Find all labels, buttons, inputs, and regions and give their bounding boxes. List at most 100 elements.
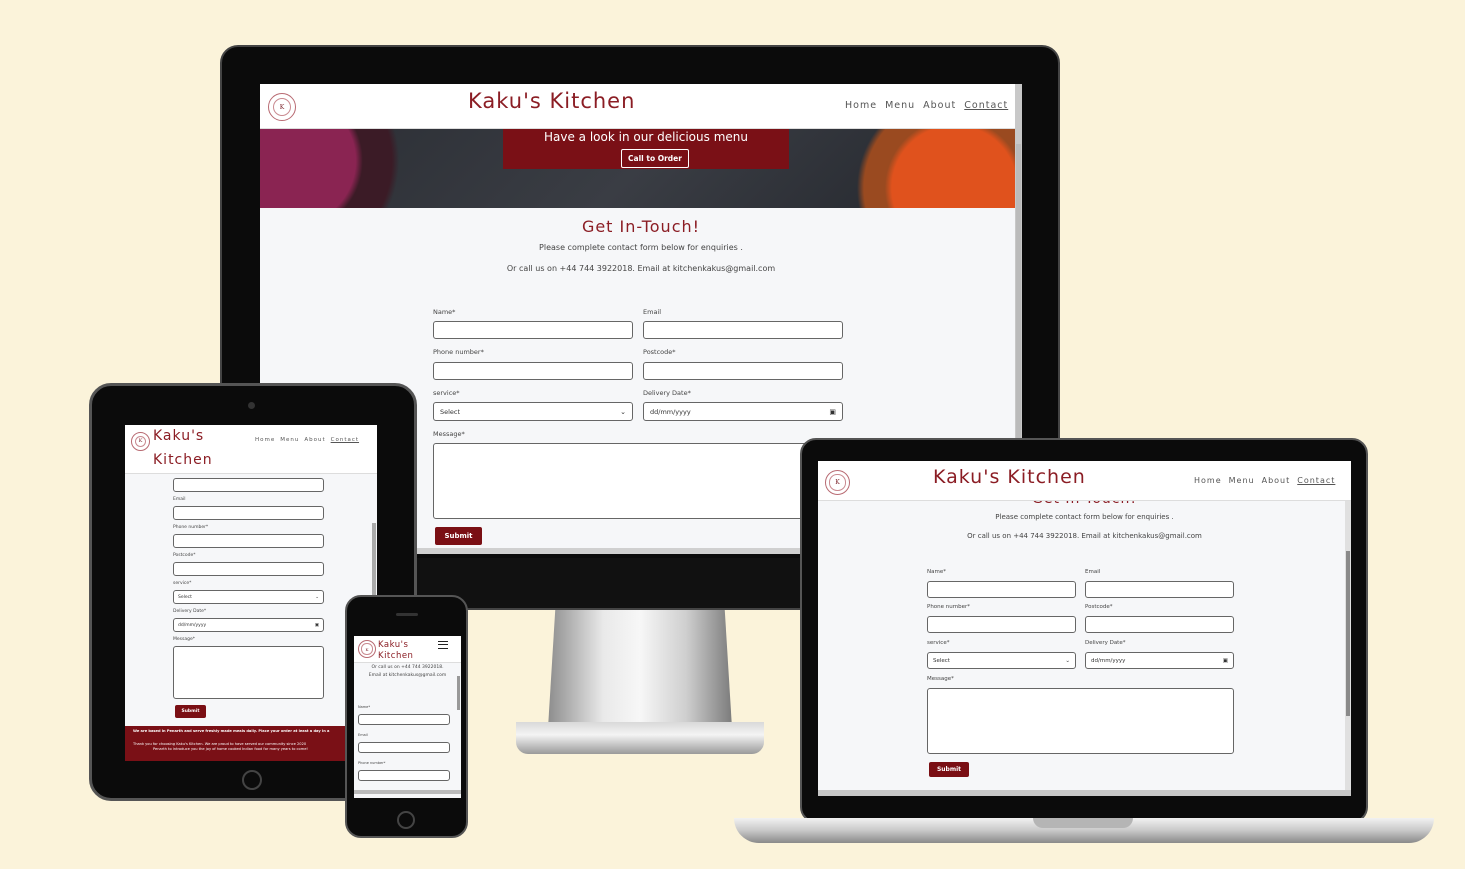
label-postcode: Postcode*	[643, 348, 676, 356]
laptop-nav: Home Menu About Contact	[1194, 476, 1335, 485]
laptop-site-header: K Kaku's Kitchen Home Menu About Contact	[818, 461, 1351, 501]
laptop-label-phone: Phone number*	[927, 604, 971, 610]
laptop-nav-menu[interactable]: Menu	[1229, 476, 1255, 485]
nav-home[interactable]: Home	[845, 100, 877, 111]
phone-site-header: K Kaku's Kitchen	[354, 636, 461, 663]
tablet-label-message: Message*	[173, 637, 195, 642]
tablet-delivery-date[interactable]: dd/mm/yyyy ▣	[173, 618, 324, 632]
laptop-label-name: Name*	[927, 569, 946, 575]
laptop-nav-home[interactable]: Home	[1194, 476, 1222, 485]
phone-field[interactable]	[433, 362, 633, 380]
tablet-nav-about[interactable]: About	[304, 437, 325, 443]
laptop-scroll-thumb[interactable]	[1346, 551, 1350, 716]
postcode-field[interactable]	[643, 362, 843, 380]
hero-banner: Have a look in our delicious menu Call t…	[260, 129, 1015, 208]
laptop-contact-intro: Please complete contact form below for e…	[995, 513, 1174, 521]
phone-hscrollbar[interactable]	[354, 790, 461, 794]
chevron-down-icon: ⌄	[315, 594, 319, 600]
phone-call-line-a: Or call us on +44 744 3922018.	[371, 665, 444, 670]
service-select[interactable]: Select ⌄	[433, 402, 633, 421]
phone-speaker	[396, 613, 418, 616]
mockup-canvas: { "site": { "brand": "Kaku's Kitchen", "…	[0, 0, 1465, 869]
laptop-brand-title[interactable]: Kaku's Kitchen	[933, 466, 1086, 488]
phone-scroll-thumb[interactable]	[457, 676, 460, 710]
laptop-screen: K Kaku's Kitchen Home Menu About Contact…	[818, 461, 1351, 796]
laptop-nav-about[interactable]: About	[1262, 476, 1291, 485]
phone-phone-field[interactable]	[358, 770, 450, 781]
tablet-nav-home[interactable]: Home	[255, 437, 275, 443]
tablet-email-field[interactable]	[173, 506, 324, 520]
delivery-date-input[interactable]: dd/mm/yyyy ▣	[643, 402, 843, 421]
tablet-submit-button[interactable]: Submit	[175, 705, 206, 718]
laptop-email-field[interactable]	[1085, 581, 1234, 598]
tablet-nav-menu[interactable]: Menu	[280, 437, 299, 443]
tablet-message-field[interactable]	[173, 646, 324, 699]
tablet-name-field[interactable]	[173, 478, 324, 492]
tablet-service-select[interactable]: Select ⌄	[173, 590, 324, 604]
tablet-service-value: Select	[178, 594, 192, 600]
nav-menu[interactable]: Menu	[885, 100, 915, 111]
site-header: K Kaku's Kitchen Home Menu About Contact	[260, 84, 1022, 129]
message-field[interactable]	[433, 443, 843, 519]
laptop-label-postcode: Postcode*	[1085, 604, 1113, 610]
laptop-label-message: Message*	[927, 676, 954, 682]
tablet-label-delivery: Delivery Date*	[173, 609, 207, 614]
laptop-nav-contact[interactable]: Contact	[1297, 476, 1335, 485]
email-field[interactable]	[643, 321, 843, 339]
label-phone: Phone number*	[433, 348, 484, 356]
tablet-date-placeholder: dd/mm/yyyy	[178, 622, 207, 628]
tablet-phone-field[interactable]	[173, 534, 324, 548]
tablet-label-postcode: Postcode*	[173, 553, 196, 558]
phone-home-button[interactable]	[397, 811, 415, 829]
laptop-delivery-date[interactable]: dd/mm/yyyy ▣	[1085, 652, 1234, 669]
laptop-postcode-field[interactable]	[1085, 616, 1234, 633]
laptop-notch	[1033, 818, 1133, 828]
tablet-label-phone: Phone number*	[173, 525, 209, 530]
tablet-postcode-field[interactable]	[173, 562, 324, 576]
calendar-icon[interactable]: ▣	[829, 408, 836, 416]
hamburger-icon[interactable]	[438, 641, 448, 649]
phone-brand-line2[interactable]: Kitchen	[378, 651, 413, 661]
phone-email-field[interactable]	[358, 742, 450, 753]
desktop-scroll-thumb[interactable]	[1016, 144, 1021, 484]
tablet-brand-line1[interactable]: Kaku's	[153, 428, 204, 444]
service-select-value: Select	[440, 407, 461, 416]
logo-icon[interactable]: K	[268, 93, 296, 121]
tablet-logo-icon[interactable]: K	[131, 432, 150, 451]
label-delivery: Delivery Date*	[643, 389, 691, 397]
phone-name-field[interactable]	[358, 714, 450, 725]
brand-title[interactable]: Kaku's Kitchen	[468, 89, 635, 113]
submit-button[interactable]: Submit	[435, 527, 482, 545]
laptop-date-placeholder: dd/mm/yyyy	[1091, 657, 1126, 664]
nav-about[interactable]: About	[923, 100, 956, 111]
chevron-down-icon: ⌄	[620, 407, 626, 416]
contact-intro: Please complete contact form below for e…	[539, 243, 743, 252]
nav-contact[interactable]: Contact	[964, 100, 1008, 111]
call-to-order-button[interactable]: Call to Order	[621, 149, 689, 168]
calendar-icon[interactable]: ▣	[315, 623, 319, 628]
label-email: Email	[643, 308, 662, 316]
laptop-submit-button[interactable]: Submit	[929, 762, 969, 777]
laptop-service-select[interactable]: Select ⌄	[927, 652, 1076, 669]
tablet-label-email: Email	[173, 497, 186, 502]
laptop-service-value: Select	[933, 657, 950, 664]
laptop-logo-icon[interactable]: K	[825, 470, 850, 495]
contact-title: Get In-Touch!	[581, 217, 701, 236]
monitor-stand-base	[516, 722, 764, 754]
tablet-nav-contact[interactable]: Contact	[331, 437, 359, 443]
phone-label-phone: Phone number*	[358, 761, 386, 765]
tablet-home-button[interactable]	[242, 770, 262, 790]
phone-logo-icon[interactable]: K	[358, 640, 376, 658]
tablet-screen: K Kaku's Kitchen Home Menu About Contact…	[125, 425, 377, 761]
tablet-nav: Home Menu About Contact	[255, 437, 359, 443]
tablet-label-service: service*	[173, 581, 192, 586]
name-field[interactable]	[433, 321, 633, 339]
laptop-hscrollbar[interactable]	[818, 790, 1351, 796]
tablet-brand-line2[interactable]: Kitchen	[153, 452, 213, 468]
calendar-icon[interactable]: ▣	[1223, 658, 1228, 664]
laptop-name-field[interactable]	[927, 581, 1076, 598]
laptop-phone-field[interactable]	[927, 616, 1076, 633]
laptop-message-field[interactable]	[927, 688, 1234, 754]
main-nav: Home Menu About Contact	[845, 100, 1008, 111]
phone-brand-line1[interactable]: Kaku's	[378, 640, 408, 650]
